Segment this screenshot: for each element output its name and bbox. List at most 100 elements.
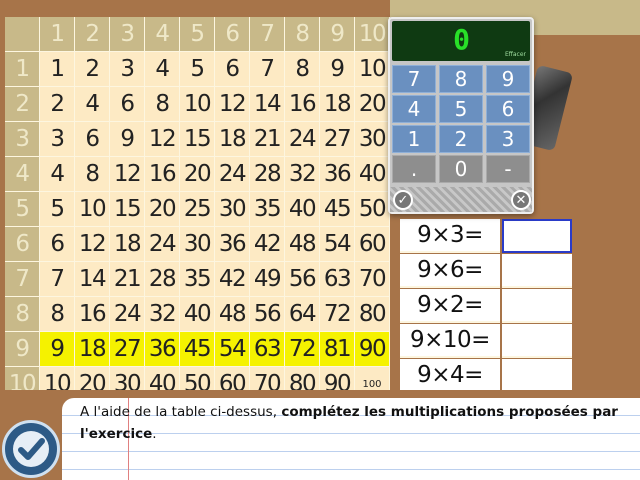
table-cell: 4 [145,52,180,87]
table-col-header: 5 [180,17,215,52]
table-row: 2 2 4 6 8 10 12 14 16 18 20 [5,87,390,122]
table-cell: 8 [285,52,320,87]
table-cell: 32 [145,297,180,332]
table-cell: 9 [110,122,145,157]
table-row: 8 8 16 24 32 40 48 56 64 72 80 [5,297,390,332]
table-cell: 12 [110,157,145,192]
table-row: 5 5 10 15 20 25 30 35 40 45 50 [5,192,390,227]
table-cell: 24 [110,297,145,332]
exercise-answer-field[interactable] [502,324,572,358]
calculator-key[interactable]: 6 [486,95,530,123]
table-row-header: 3 [5,122,40,157]
instruction-text: A l'aide de la table ci-dessus, compléte… [80,401,636,445]
table-row: 6 6 12 18 24 30 36 42 48 54 60 [5,227,390,262]
table-cell: 6 [110,87,145,122]
table-cell: 90 [355,332,390,367]
calculator-key[interactable]: 1 [392,125,436,153]
table-cell: 12 [145,122,180,157]
table-col-header: 1 [40,17,75,52]
table-cell: 56 [250,297,285,332]
table-col-header: 2 [75,17,110,52]
exercise-question: 9×2= [400,289,500,323]
table-cell: 54 [320,227,355,262]
exercise-row: 9×10= [400,324,572,358]
table-cell: 4 [75,87,110,122]
calculator-key[interactable]: 2 [439,125,483,153]
table-cell: 16 [145,157,180,192]
table-row-header: 9 [5,332,40,367]
exercise-question: 9×6= [400,254,500,288]
calculator-key[interactable]: 0 [439,155,483,183]
table-cell: 7 [40,262,75,297]
table-cell: 9 [320,52,355,87]
table-row: 7 7 14 21 28 35 42 49 56 63 70 [5,262,390,297]
table-corner [5,17,40,52]
table-cell: 24 [285,122,320,157]
table-cell: 49 [250,262,285,297]
table-col-header: 3 [110,17,145,52]
table-cell: 6 [40,227,75,262]
table-cell: 9 [40,332,75,367]
table-cell: 28 [250,157,285,192]
table-cell: 6 [75,122,110,157]
table-row: 4 4 8 12 16 20 24 28 32 36 40 [5,157,390,192]
exercise-question: 9×3= [400,219,500,253]
table-cell: 4 [40,157,75,192]
table-cell: 54 [215,332,250,367]
calculator-erase-button[interactable]: Effacer [505,51,526,58]
exercise-answer-field[interactable] [502,289,572,323]
table-cell: 63 [320,262,355,297]
calculator-key[interactable]: 8 [439,65,483,93]
exercise-row: 9×2= [400,289,572,323]
table-cell: 48 [285,227,320,262]
x-circle-icon[interactable]: ✕ [511,190,531,210]
table-cell: 50 [355,192,390,227]
table-cell: 8 [75,157,110,192]
table-cell: 72 [320,297,355,332]
table-cell: 30 [215,192,250,227]
table-row-header: 2 [5,87,40,122]
instruction-plain: A l'aide de la table ci-dessus, [80,404,282,420]
table-cell: 24 [145,227,180,262]
table-cell: 21 [110,262,145,297]
calculator-key[interactable]: 3 [486,125,530,153]
table-cell: 2 [40,87,75,122]
table-cell: 18 [320,87,355,122]
table-cell: 14 [250,87,285,122]
calculator-key[interactable]: 5 [439,95,483,123]
table-cell: 16 [285,87,320,122]
table-cell: 10 [180,87,215,122]
exercise-answer-field[interactable] [502,359,572,393]
calculator-key[interactable]: 9 [486,65,530,93]
exercise-row: 9×4= [400,359,572,393]
table-cell: 21 [250,122,285,157]
check-circle-icon [13,431,49,467]
table-cell: 64 [285,297,320,332]
table-cell: 35 [250,192,285,227]
calculator-key[interactable]: - [486,155,530,183]
table-col-header: 9 [320,17,355,52]
exercise-answer-field[interactable] [502,254,572,288]
table-cell: 28 [145,262,180,297]
table-cell: 40 [180,297,215,332]
check-circle-icon[interactable]: ✓ [393,190,413,210]
calculator-key[interactable]: 4 [392,95,436,123]
calculator-key[interactable]: . [392,155,436,183]
table-cell: 24 [215,157,250,192]
table-cell: 56 [285,262,320,297]
table-col-header: 6 [215,17,250,52]
table-cell: 15 [180,122,215,157]
table-row-header: 6 [5,227,40,262]
table-cell: 70 [355,262,390,297]
table-cell: 30 [180,227,215,262]
table-cell: 8 [40,297,75,332]
table-row-header: 5 [5,192,40,227]
table-col-header: 7 [250,17,285,52]
validate-button[interactable] [2,420,60,478]
calculator-key[interactable]: 7 [392,65,436,93]
exercise-row: 9×3= [400,219,572,253]
table-cell: 16 [75,297,110,332]
exercise-answer-field[interactable] [502,219,572,253]
table-row: 9 9 18 27 36 45 54 63 72 81 90 [5,332,390,367]
table-header-row: 1 2 3 4 5 6 7 8 9 10 [5,17,390,52]
